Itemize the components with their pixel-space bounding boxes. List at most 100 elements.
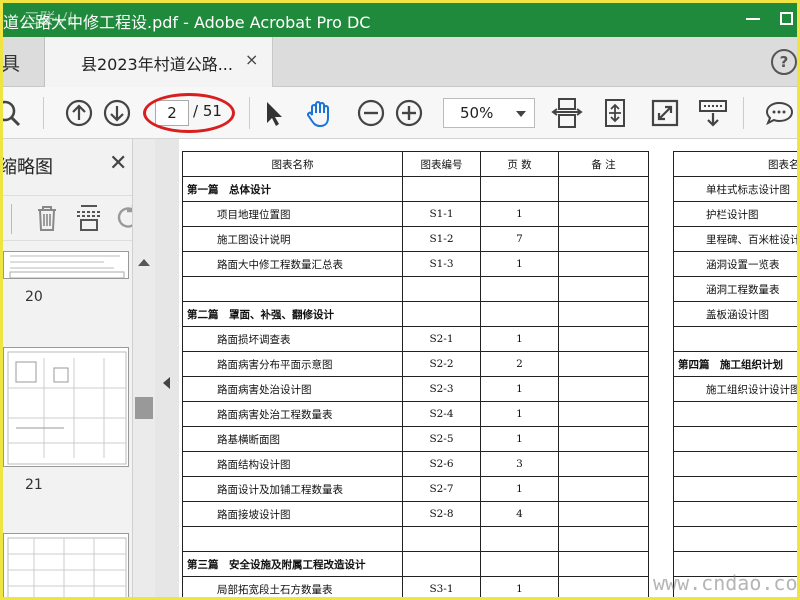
page-thumbnail[interactable] xyxy=(3,533,129,597)
table-row: 单柱式标志设计图 xyxy=(673,176,797,202)
drawing-name: 项目地理位置图 xyxy=(182,201,403,227)
search-icon[interactable] xyxy=(3,95,27,131)
scroll-mode-icon[interactable] xyxy=(695,95,731,131)
table-header-row: 图表名称 xyxy=(673,151,797,177)
collapse-panel-icon[interactable] xyxy=(163,377,170,389)
column-header: 图表编号 xyxy=(402,151,481,177)
table-row: 路面接坡设计图 S2-8 4 xyxy=(182,501,649,527)
drawing-remark xyxy=(558,376,649,402)
drawing-name: 路基横断面图 xyxy=(182,426,403,452)
drawing-remark xyxy=(558,526,649,552)
document-view[interactable]: 图表名称 图表编号页 数备 注第一篇 总体设计 项目地理位置图 S1-1 1 施工图设计说… xyxy=(155,139,797,597)
scrollbar-thumb[interactable] xyxy=(135,397,153,419)
toolbar-separator xyxy=(43,97,44,129)
delete-page-icon[interactable] xyxy=(29,200,65,236)
thumbnail-tools xyxy=(3,195,132,241)
drawing-remark xyxy=(558,276,649,302)
drawing-name: 第二篇 罩面、补强、翻修设计 xyxy=(182,301,403,327)
fit-width-icon[interactable] xyxy=(549,95,585,131)
table-row xyxy=(182,276,649,302)
drawing-name xyxy=(673,326,797,352)
thumbnail-label: 20 xyxy=(25,289,43,305)
column-header: 备 注 xyxy=(558,151,649,177)
drawing-name: 第一篇 总体设计 xyxy=(182,176,403,202)
drawing-pages: 1 xyxy=(480,476,559,502)
drawing-pages xyxy=(480,176,559,202)
previous-page-icon[interactable] xyxy=(61,95,97,131)
drawing-pages: 1 xyxy=(480,251,559,277)
drawing-name: 盖板涵设计图 xyxy=(673,301,797,327)
rotate-icon[interactable] xyxy=(111,200,132,236)
drawing-index-table-continued: 图表名称单柱式标志设计图护栏设计图里程碑、百米桩设计涵洞设置一览表涵洞工程数量表… xyxy=(673,151,797,597)
table-row xyxy=(673,526,797,552)
title-bar: 道公路大中修工程设.pdf - Adobe Acrobat Pro DC 三联·… xyxy=(3,3,797,37)
minimize-icon xyxy=(746,18,760,20)
drawing-code: S1-1 xyxy=(402,201,481,227)
tab-tools[interactable]: 具 xyxy=(3,37,45,87)
column-header: 图表名称 xyxy=(182,151,403,177)
help-icon[interactable]: ? xyxy=(771,49,797,75)
drawing-pages: 2 xyxy=(480,351,559,377)
drawing-pages: 3 xyxy=(480,451,559,477)
zoom-dropdown[interactable]: 50% xyxy=(443,98,535,128)
table-row: 路面大中修工程数量汇总表 S1-3 1 xyxy=(182,251,649,277)
table-row: 涵洞工程数量表 xyxy=(673,276,797,302)
zoom-in-icon[interactable] xyxy=(391,95,427,131)
drawing-name: 单柱式标志设计图 xyxy=(673,176,797,202)
extract-page-icon[interactable] xyxy=(71,200,107,236)
drawing-code: S2-7 xyxy=(402,476,481,502)
drawing-name: 路面病害分布平面示意图 xyxy=(182,351,403,377)
drawing-remark xyxy=(558,326,649,352)
zoom-out-icon[interactable] xyxy=(353,95,389,131)
fit-page-icon[interactable] xyxy=(597,95,633,131)
drawing-code: S2-4 xyxy=(402,401,481,427)
full-screen-icon[interactable] xyxy=(647,95,683,131)
maximize-icon xyxy=(780,12,793,25)
scroll-up-icon[interactable] xyxy=(138,259,150,266)
table-row: 路面病害处治设计图 S2-3 1 xyxy=(182,376,649,402)
maximize-button[interactable] xyxy=(773,5,797,33)
thumbnail-label: 21 xyxy=(25,477,43,493)
select-arrow-icon[interactable] xyxy=(255,95,291,131)
table-row: 盖板涵设计图 xyxy=(673,301,797,327)
page-thumbnail[interactable] xyxy=(3,347,129,467)
drawing-name: 第四篇 施工组织计划 xyxy=(673,351,797,377)
chevron-down-icon xyxy=(516,111,526,117)
drawing-name: 涵洞工程数量表 xyxy=(673,276,797,302)
drawing-code xyxy=(402,176,481,202)
drawing-name: 路面病害处治设计图 xyxy=(182,376,403,402)
drawing-name xyxy=(182,276,403,302)
drawing-code xyxy=(402,276,481,302)
drawing-name: 第三篇 安全设施及附属工程改造设计 xyxy=(182,551,403,577)
comment-icon[interactable] xyxy=(761,95,797,131)
drawing-index-table: 图表名称 图表编号页 数备 注第一篇 总体设计 项目地理位置图 S1-1 1 施工图设计说… xyxy=(182,151,649,597)
tab-tools-label: 具 xyxy=(3,53,21,75)
drawing-pages: 1 xyxy=(480,326,559,352)
drawing-pages: 1 xyxy=(480,576,559,597)
table-row xyxy=(673,476,797,502)
table-row xyxy=(673,501,797,527)
drawing-code: S2-8 xyxy=(402,501,481,527)
page-thumbnail[interactable] xyxy=(3,251,129,279)
next-page-icon[interactable] xyxy=(99,95,135,131)
drawing-name: 路面设计及加铺工程数量表 xyxy=(182,476,403,502)
panel-close-icon[interactable]: ✕ xyxy=(109,151,127,176)
drawing-name xyxy=(182,526,403,552)
table-row: 路面损坏调查表 S2-1 1 xyxy=(182,326,649,352)
drawing-pages xyxy=(480,526,559,552)
thumbnail-scrollbar[interactable] xyxy=(133,139,155,597)
hand-tool-icon[interactable] xyxy=(301,95,337,131)
table-row: 护栏设计图 xyxy=(673,201,797,227)
minimize-button[interactable] xyxy=(739,5,767,33)
table-row: 第二篇 罩面、补强、翻修设计 xyxy=(182,301,649,327)
tab-close-icon[interactable]: × xyxy=(245,50,258,69)
tab-document[interactable]: 县2023年村道公路... × xyxy=(45,37,273,87)
table-row: 项目地理位置图 S1-1 1 xyxy=(182,201,649,227)
table-row: 局部拓宽段土石方数量表 S3-1 1 xyxy=(182,576,649,597)
page-highlight-annotation xyxy=(143,93,235,133)
table-row xyxy=(673,326,797,352)
drawing-remark xyxy=(558,476,649,502)
drawing-remark xyxy=(558,401,649,427)
drawing-remark xyxy=(558,351,649,377)
pdf-page: 图表名称 图表编号页 数备 注第一篇 总体设计 项目地理位置图 S1-1 1 施工图设计说… xyxy=(179,139,797,597)
